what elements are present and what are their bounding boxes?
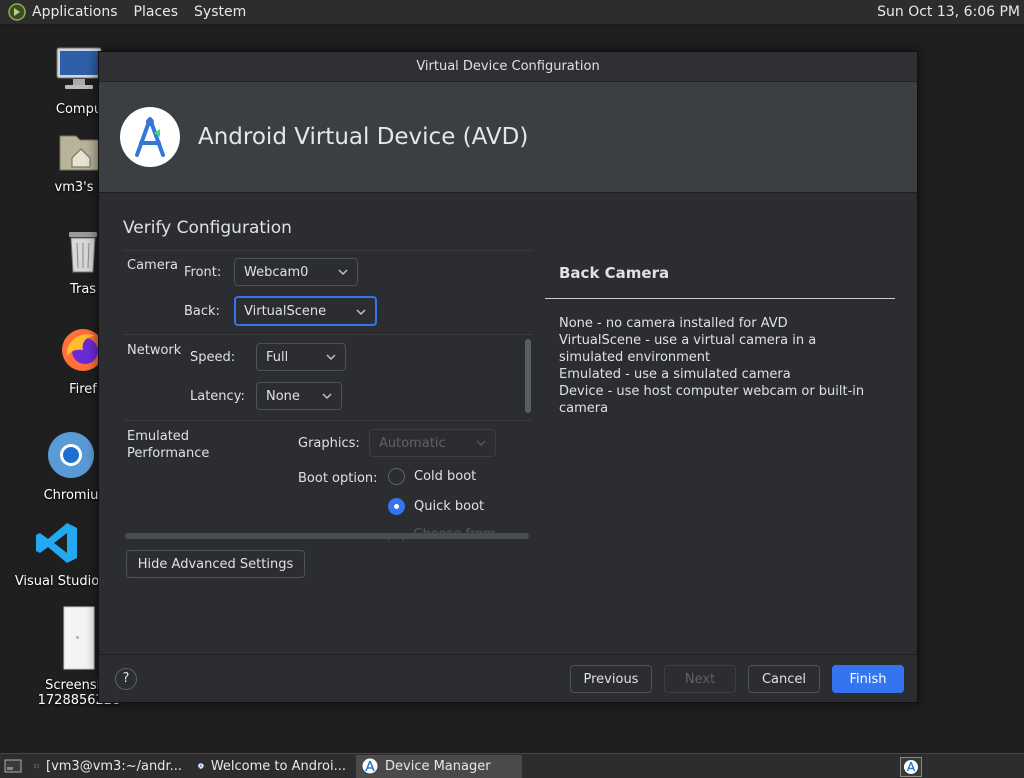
mate-logo-icon[interactable] <box>8 3 26 21</box>
system-menu[interactable]: System <box>194 4 246 20</box>
taskbar-item-label: Device Manager <box>385 758 491 774</box>
dialog-titlebar[interactable]: Virtual Device Configuration <box>99 52 917 82</box>
chevron-down-icon <box>322 393 332 399</box>
network-latency-value: None <box>266 388 300 404</box>
speed-label: Speed: <box>190 350 236 365</box>
graphics-dropdown[interactable]: Automatic <box>369 429 496 457</box>
section-title: Verify Configuration <box>123 218 292 238</box>
show-desktop-icon[interactable] <box>4 758 22 774</box>
places-menu[interactable]: Places <box>134 4 179 20</box>
help-line: Emulated - use a simulated camera <box>559 367 791 382</box>
android-studio-icon <box>198 763 204 769</box>
graphics-value: Automatic <box>379 435 446 451</box>
horizontal-scrollbar[interactable] <box>125 533 529 539</box>
vscode-icon <box>36 523 77 563</box>
back-camera-label: Back: <box>184 304 220 319</box>
back-camera-value: VirtualScene <box>244 303 327 319</box>
latency-label: Latency: <box>190 389 245 404</box>
dialog-footer: ? Previous Next Cancel Finish <box>99 654 917 702</box>
tray-android-studio-icon[interactable] <box>900 757 922 777</box>
header-title: Android Virtual Device (AVD) <box>198 124 529 150</box>
next-button[interactable]: Next <box>664 665 736 693</box>
dialog-body: Verify Configuration Camera Front: Webca… <box>99 194 917 654</box>
network-group: Network Speed: Full Latency: None <box>123 336 533 421</box>
cancel-button[interactable]: Cancel <box>748 665 820 693</box>
cold-boot-radio[interactable]: Cold boot <box>388 468 476 485</box>
network-speed-value: Full <box>266 349 289 365</box>
cold-boot-label: Cold boot <box>414 469 477 484</box>
radio-indicator <box>388 468 405 485</box>
network-group-label: Network <box>127 343 182 358</box>
desktop-icon-vscode[interactable]: Visual Studio <box>2 520 112 589</box>
front-camera-dropdown[interactable]: Webcam0 <box>234 258 358 286</box>
quick-boot-label: Quick boot <box>414 499 485 514</box>
performance-group-label-2: Performance <box>127 446 210 461</box>
chevron-down-icon <box>356 309 366 315</box>
front-camera-value: Webcam0 <box>244 264 309 280</box>
chromium-icon <box>48 432 94 478</box>
previous-button[interactable]: Previous <box>570 665 652 693</box>
virtual-device-configuration-dialog: Virtual Device Configuration Android Vir… <box>98 51 918 703</box>
chevron-down-icon <box>326 354 336 360</box>
trash-icon <box>69 232 97 273</box>
desktop-icon-label: Visual Studio <box>14 574 100 589</box>
help-divider <box>545 298 895 299</box>
taskbar-item-label: [vm3@vm3:~/andr... <box>46 758 182 774</box>
back-camera-dropdown[interactable]: VirtualScene <box>234 296 377 326</box>
vertical-scrollbar[interactable] <box>525 339 531 413</box>
finish-button[interactable]: Finish <box>832 665 904 693</box>
help-line: Device - use host computer webcam or bui… <box>559 384 865 416</box>
taskbar-item-device-manager[interactable]: Device Manager <box>356 754 522 778</box>
top-panel: Applications Places System Sun Oct 13, 6… <box>0 0 1024 25</box>
android-studio-logo-icon <box>120 107 180 167</box>
performance-group-label-1: Emulated <box>127 429 190 444</box>
quick-boot-radio[interactable]: Quick boot <box>388 498 484 515</box>
front-camera-label: Front: <box>184 265 222 280</box>
android-studio-icon <box>362 758 378 774</box>
help-text: None - no camera installed for AVD Virtu… <box>559 315 879 417</box>
image-file-icon <box>63 606 95 670</box>
graphics-label: Graphics: <box>298 436 360 451</box>
chevron-down-icon <box>476 440 486 446</box>
help-line: None - no camera installed for AVD <box>559 316 788 331</box>
bottom-panel: [vm3@vm3:~/andr... Welcome to Androi... … <box>0 753 1024 778</box>
hide-advanced-settings-button[interactable]: Hide Advanced Settings <box>126 550 305 578</box>
camera-group: Camera Front: Webcam0 Back: VirtualScene <box>123 251 533 335</box>
advanced-settings-scroll-panel[interactable]: Camera Front: Webcam0 Back: VirtualScene… <box>123 250 533 542</box>
network-speed-dropdown[interactable]: Full <box>256 343 346 371</box>
chevron-down-icon <box>338 269 348 275</box>
terminal-icon <box>34 763 39 769</box>
camera-group-label: Camera <box>127 258 179 273</box>
clock[interactable]: Sun Oct 13, 6:06 PM <box>877 4 1020 20</box>
computer-icon <box>56 47 102 89</box>
emulated-performance-group: Emulated Performance Graphics: Automatic… <box>123 422 533 542</box>
dialog-header: Android Virtual Device (AVD) <box>99 82 917 193</box>
boot-option-label: Boot option: <box>298 471 378 486</box>
help-button[interactable]: ? <box>115 668 137 690</box>
taskbar-item-welcome-android-studio[interactable]: Welcome to Androi... <box>192 755 352 778</box>
radio-indicator <box>388 498 405 515</box>
help-line: VirtualScene - use a virtual camera in a… <box>559 333 817 365</box>
taskbar-item-terminal[interactable]: [vm3@vm3:~/andr... <box>28 755 188 778</box>
applications-menu[interactable]: Applications <box>32 4 118 20</box>
network-latency-dropdown[interactable]: None <box>256 382 342 410</box>
help-title: Back Camera <box>559 264 670 282</box>
taskbar-item-label: Welcome to Androi... <box>210 758 346 774</box>
